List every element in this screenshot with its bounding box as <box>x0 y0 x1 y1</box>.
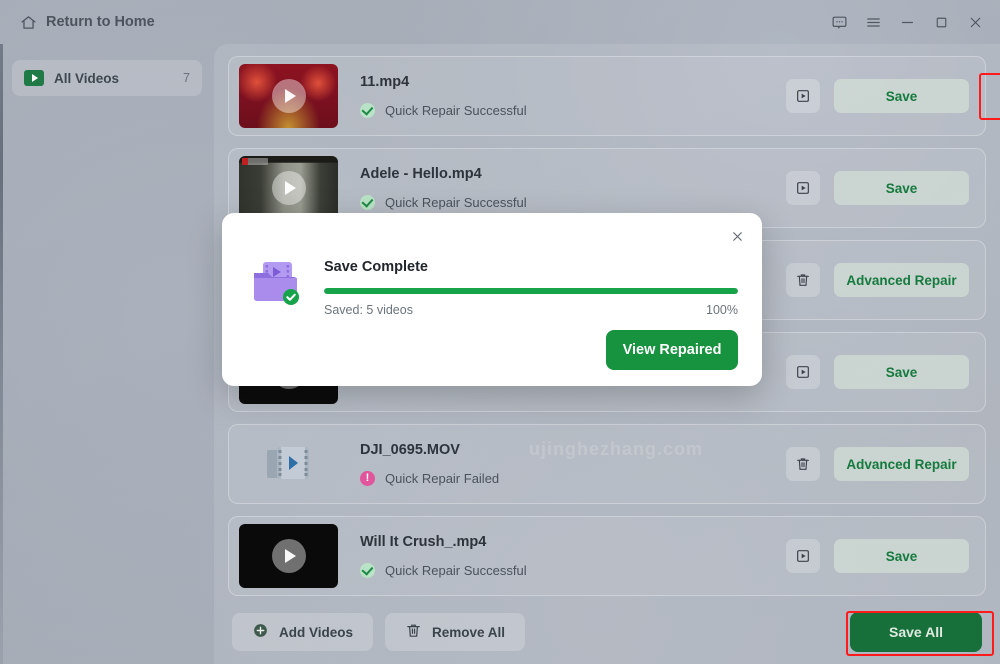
file-name: Will It Crush_.mp4 <box>360 534 487 550</box>
check-circle-icon <box>360 563 375 578</box>
progress-labels: Saved: 5 videos 100% <box>324 303 738 317</box>
sidebar-item-label: All Videos <box>54 70 120 86</box>
add-videos-label: Add Videos <box>279 624 354 640</box>
table-row[interactable]: DJI_0695.MOV Quick Repair Failed ujinghe… <box>228 424 986 504</box>
save-button[interactable]: Save <box>834 171 969 205</box>
video-play-icon <box>24 70 44 86</box>
video-thumbnail[interactable] <box>239 156 338 220</box>
app-window: Return to Home All Videos 7 11.mp4 Quick… <box>0 0 1000 664</box>
trash-icon[interactable] <box>786 447 820 481</box>
advanced-repair-button[interactable]: Advanced Repair <box>834 447 969 481</box>
check-circle-icon <box>360 195 375 210</box>
status-label: Quick Repair Failed <box>385 471 500 486</box>
footer-toolbar: Add Videos Remove All Save All <box>214 600 1000 664</box>
row-meta: Adele - Hello.mp4 Quick Repair Successfu… <box>338 166 786 210</box>
play-icon[interactable] <box>786 355 820 389</box>
error-circle-icon <box>360 471 375 486</box>
table-row[interactable]: 11.mp4 Quick Repair Successful Save <box>228 56 1000 136</box>
sidebar-item-all-videos[interactable]: All Videos 7 <box>12 60 202 96</box>
row-actions: Save <box>786 171 969 205</box>
save-complete-dialog: Save Complete Saved: 5 videos 100% View … <box>222 213 762 386</box>
film-strip-icon <box>239 432 338 496</box>
row-meta: DJI_0695.MOV Quick Repair Failed <box>338 442 786 486</box>
title-bar: Return to Home <box>0 0 1000 44</box>
status-badge: Quick Repair Failed <box>360 471 786 486</box>
video-thumbnail[interactable] <box>239 524 338 588</box>
video-thumbnail[interactable] <box>239 64 338 128</box>
sidebar-item-count: 7 <box>183 71 190 85</box>
status-label: Quick Repair Successful <box>385 103 527 118</box>
window-controls <box>822 0 992 44</box>
dialog-footer: View Repaired <box>606 330 738 370</box>
remove-all-label: Remove All <box>432 624 506 640</box>
save-button[interactable]: Save <box>834 79 969 113</box>
home-icon <box>20 14 37 31</box>
play-icon[interactable] <box>786 79 820 113</box>
return-to-home-button[interactable]: Return to Home <box>14 10 161 35</box>
file-name: 11.mp4 <box>360 74 410 90</box>
add-videos-button[interactable]: Add Videos <box>232 613 374 651</box>
save-button[interactable]: Save <box>834 355 969 389</box>
row-actions: Advanced Repair <box>786 263 969 297</box>
thumbnail-play-icon <box>271 171 306 205</box>
remove-all-button[interactable]: Remove All <box>385 613 526 651</box>
plus-circle-icon <box>252 622 269 642</box>
row-actions: Advanced Repair <box>786 447 969 481</box>
dialog-content: Save Complete Saved: 5 videos 100% <box>324 257 738 317</box>
table-row[interactable]: Will It Crush_.mp4 Quick Repair Successf… <box>228 516 986 596</box>
progress-bar <box>324 288 738 294</box>
progress-percent-label: 100% <box>706 303 738 317</box>
row-actions: Save <box>786 355 969 389</box>
dialog-title: Save Complete <box>324 259 428 275</box>
minimize-icon[interactable] <box>890 5 924 39</box>
menu-icon[interactable] <box>856 5 890 39</box>
row-actions: Save <box>786 539 969 573</box>
row-meta: Will It Crush_.mp4 Quick Repair Successf… <box>338 534 786 578</box>
play-icon[interactable] <box>786 171 820 205</box>
status-label: Quick Repair Successful <box>385 195 527 210</box>
thumbnail-play-icon <box>271 539 306 573</box>
row-actions: Save <box>786 79 969 113</box>
check-circle-icon <box>360 103 375 118</box>
file-name: Adele - Hello.mp4 <box>360 166 482 182</box>
trash-icon <box>405 622 422 642</box>
advanced-repair-button[interactable]: Advanced Repair <box>834 263 969 297</box>
folder-saved-icon <box>250 257 304 307</box>
progress-bar-fill <box>324 288 738 294</box>
thumbnail-play-icon <box>271 79 306 113</box>
return-to-home-label: Return to Home <box>46 14 155 30</box>
sidebar: All Videos 7 <box>0 44 214 664</box>
save-button[interactable]: Save <box>834 539 969 573</box>
close-icon[interactable] <box>958 5 992 39</box>
status-badge: Quick Repair Successful <box>360 103 786 118</box>
view-repaired-button[interactable]: View Repaired <box>606 330 738 370</box>
status-label: Quick Repair Successful <box>385 563 527 578</box>
dialog-body: Save Complete Saved: 5 videos 100% <box>250 257 738 317</box>
save-all-button[interactable]: Save All <box>850 612 982 652</box>
close-icon[interactable] <box>724 223 750 249</box>
maximize-icon[interactable] <box>924 5 958 39</box>
status-badge: Quick Repair Successful <box>360 195 786 210</box>
trash-icon[interactable] <box>786 263 820 297</box>
status-badge: Quick Repair Successful <box>360 563 786 578</box>
saved-count-label: Saved: 5 videos <box>324 303 413 317</box>
feedback-icon[interactable] <box>822 5 856 39</box>
highlight-box-play <box>979 73 1000 120</box>
row-meta: 11.mp4 Quick Repair Successful <box>338 74 786 118</box>
play-icon[interactable] <box>786 539 820 573</box>
file-name: DJI_0695.MOV <box>360 442 460 458</box>
